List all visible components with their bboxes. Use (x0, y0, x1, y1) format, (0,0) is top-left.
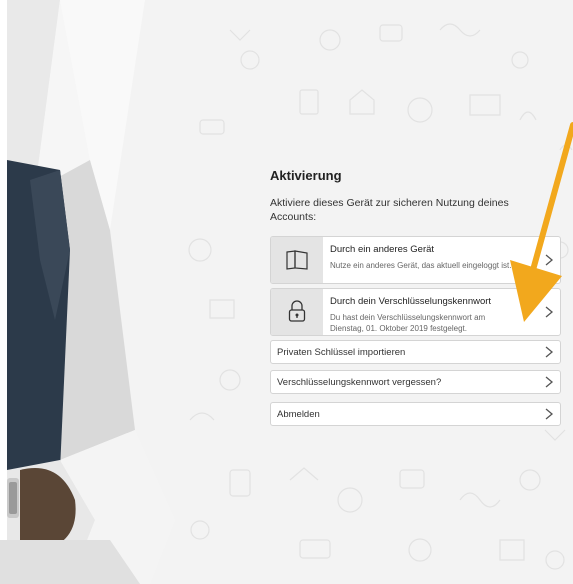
forgot-password-link[interactable]: Verschlüsselungskennwort vergessen? (270, 370, 561, 394)
activation-panel: Aktivierung Aktiviere dieses Gerät zur s… (270, 168, 561, 432)
option-title: Durch ein anderes Gerät (330, 244, 435, 255)
option-description: Du hast dein Verschlüsselungskennwort am… (330, 313, 486, 333)
chevron-right-icon (545, 408, 554, 420)
option-title: Durch dein Verschlüsselungskennwort (330, 296, 492, 307)
chevron-right-icon (545, 346, 554, 358)
book-icon (271, 237, 323, 283)
page-title: Aktivierung (270, 168, 342, 183)
option-other-device[interactable]: Durch ein anderes Gerät Nutze ein andere… (270, 236, 561, 284)
option-description: Nutze ein anderes Gerät, das aktuell ein… (330, 261, 512, 270)
link-label: Privaten Schlüssel importieren (277, 347, 406, 358)
chevron-right-icon (545, 306, 554, 318)
screenshot-frame: Aktivierung Aktiviere dieses Gerät zur s… (0, 0, 573, 584)
link-label: Verschlüsselungskennwort vergessen? (277, 377, 442, 388)
link-label: Abmelden (277, 409, 320, 420)
logout-link[interactable]: Abmelden (270, 402, 561, 426)
chevron-right-icon (545, 254, 554, 266)
lock-icon (271, 289, 323, 335)
option-encryption-password[interactable]: Durch dein Verschlüsselungskennwort Du h… (270, 288, 561, 336)
page-subtitle: Aktiviere dieses Gerät zur sicheren Nutz… (270, 197, 509, 223)
import-private-key-link[interactable]: Privaten Schlüssel importieren (270, 340, 561, 364)
chevron-right-icon (545, 376, 554, 388)
